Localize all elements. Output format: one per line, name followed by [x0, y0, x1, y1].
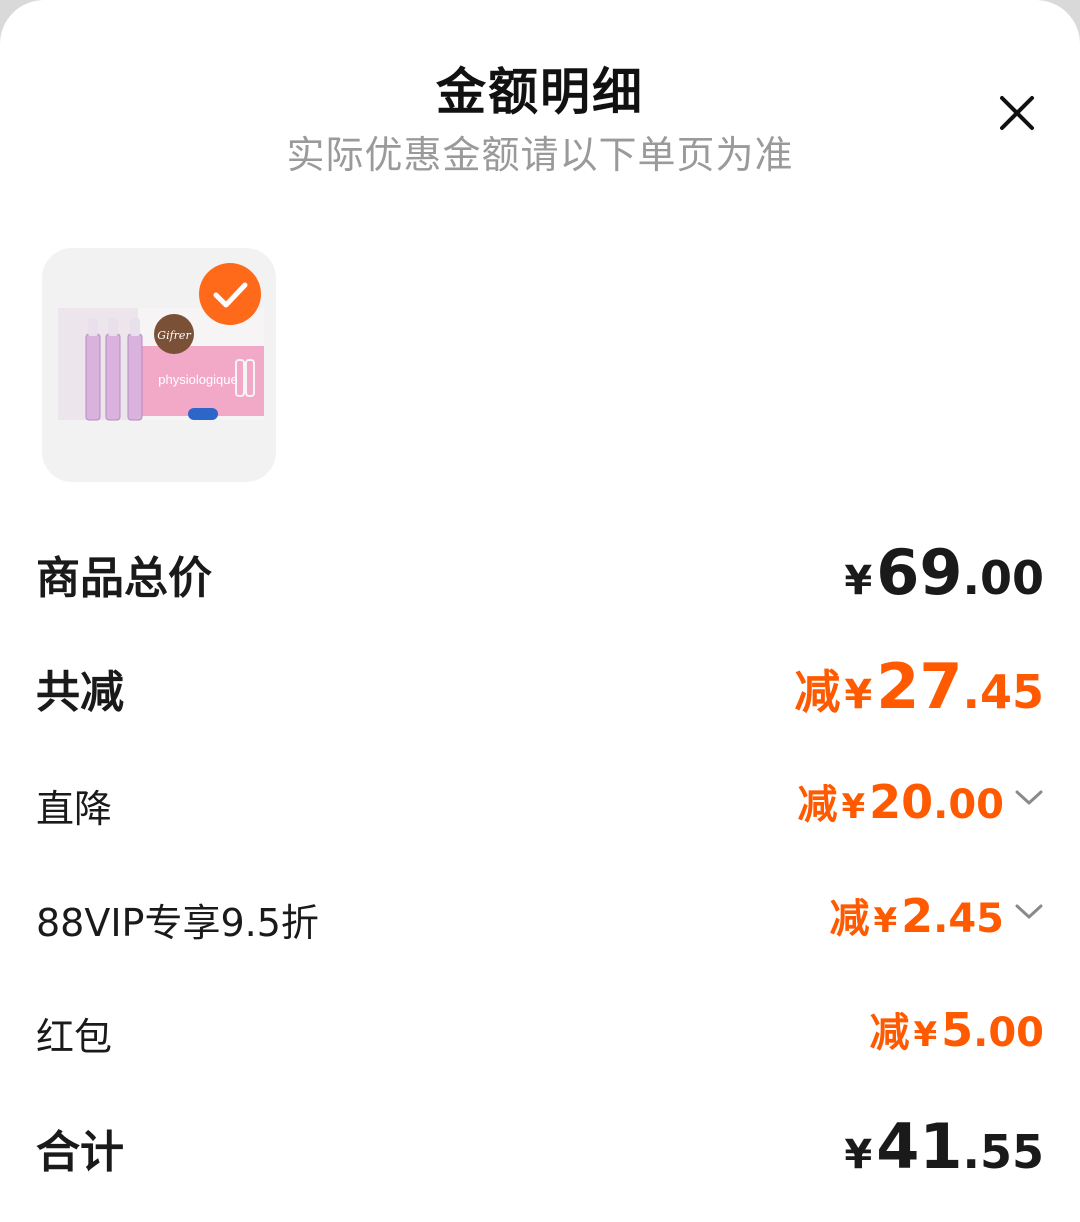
subtotal-row: 商品总价 ¥ 69 .00 — [36, 530, 1044, 610]
currency-symbol: ¥ — [913, 1015, 938, 1055]
total-label: 合计 — [36, 1127, 124, 1178]
amount-decimal: .45 — [962, 665, 1045, 719]
vip-discount-amount: 减 ¥ 2 .45 — [829, 886, 1004, 944]
vip-discount-label: 88VIP专享9.5折 — [36, 901, 319, 945]
sheet-subtitle: 实际优惠金额请以下单页为准 — [286, 133, 794, 177]
amount-integer: 2 — [901, 889, 934, 943]
discount-prefix: 减 — [794, 665, 841, 719]
amount-integer: 5 — [941, 1003, 974, 1057]
subtotal-amount: ¥ 69 .00 — [844, 536, 1044, 609]
chevron-down-icon[interactable] — [1014, 788, 1044, 808]
currency-symbol: ¥ — [873, 901, 898, 941]
chevron-down-icon[interactable] — [1014, 902, 1044, 922]
total-discount-amount: 减 ¥ 27 .45 — [794, 650, 1044, 723]
amount-integer: 27 — [876, 650, 963, 723]
check-circle-icon[interactable] — [198, 262, 262, 326]
amount-decimal: .45 — [933, 896, 1004, 942]
direct-discount-row[interactable]: 直降 减 ¥ 20 .00 — [36, 764, 1044, 844]
amount-decimal: .00 — [973, 1010, 1044, 1056]
red-packet-row: 红包 减 ¥ 5 .00 — [36, 992, 1044, 1072]
vip-discount-row[interactable]: 88VIP专享9.5折 减 ¥ 2 .45 — [36, 878, 1044, 958]
discount-prefix: 减 — [797, 782, 838, 828]
red-packet-amount: 减 ¥ 5 .00 — [869, 1000, 1044, 1058]
amount-integer: 41 — [876, 1110, 963, 1183]
amount-decimal: .00 — [962, 551, 1045, 605]
currency-symbol: ¥ — [844, 558, 873, 604]
total-amount: ¥ 41 .55 — [844, 1110, 1044, 1183]
discount-prefix: 减 — [829, 896, 870, 942]
product-brand-text: Gifrer — [157, 329, 191, 342]
amount-detail-sheet: 金额明细 实际优惠金额请以下单页为准 Gifrer physiologique … — [0, 0, 1080, 1222]
currency-symbol: ¥ — [841, 787, 866, 827]
amount-decimal: .55 — [962, 1125, 1045, 1179]
close-icon[interactable] — [990, 86, 1044, 140]
total-discount-label: 共减 — [36, 667, 124, 718]
discount-prefix: 减 — [869, 1010, 910, 1056]
amount-integer: 69 — [876, 536, 963, 609]
direct-discount-label: 直降 — [36, 787, 113, 831]
amount-decimal: .00 — [933, 782, 1004, 828]
sheet-title: 金额明细 — [436, 63, 644, 121]
currency-symbol: ¥ — [844, 672, 873, 718]
red-packet-label: 红包 — [36, 1015, 113, 1059]
currency-symbol: ¥ — [844, 1132, 873, 1178]
subtotal-label: 商品总价 — [36, 553, 212, 604]
product-name-text: physiologique — [158, 372, 238, 387]
total-row: 合计 ¥ 41 .55 — [36, 1104, 1044, 1184]
total-discount-row: 共减 减 ¥ 27 .45 — [36, 644, 1044, 724]
amount-integer: 20 — [869, 775, 934, 829]
direct-discount-amount: 减 ¥ 20 .00 — [797, 772, 1004, 830]
